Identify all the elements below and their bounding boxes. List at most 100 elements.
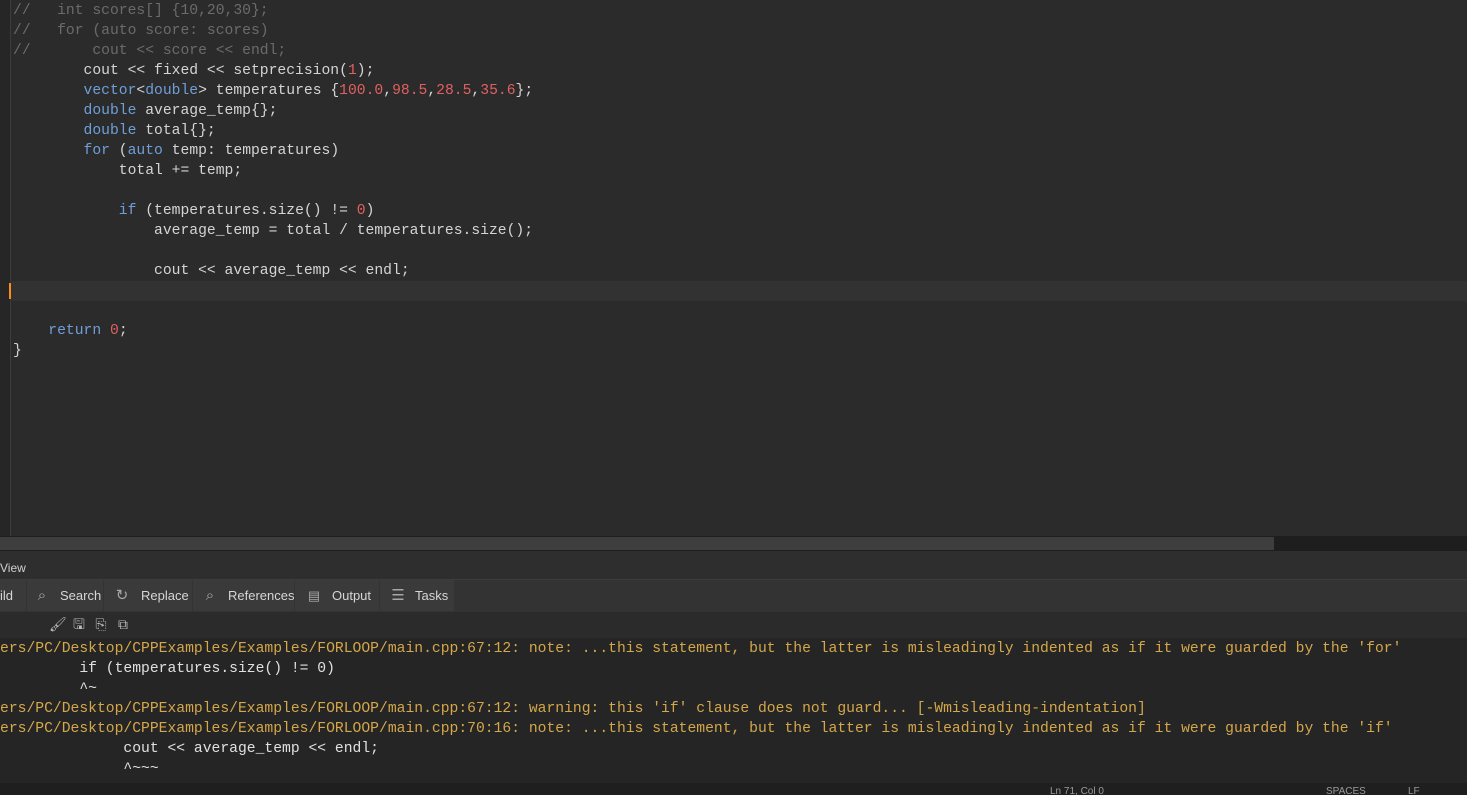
code-line[interactable]: if (temperatures.size() != 0): [13, 201, 1467, 221]
code-token: total += temp;: [13, 163, 243, 179]
tab-label: Tasks: [415, 588, 449, 603]
code-token: cout << average_temp << endl;: [13, 263, 410, 279]
code-line[interactable]: double total{};: [13, 121, 1467, 141]
tab-replace[interactable]: ↻ Replace: [104, 580, 192, 611]
code-token: ,: [383, 83, 393, 99]
code-token: 100.0: [339, 83, 384, 99]
code-line[interactable]: [9, 281, 1467, 301]
code-line[interactable]: [13, 241, 1467, 261]
code-token: double: [145, 83, 199, 99]
panel-title: View: [0, 561, 26, 575]
code-token: total{};: [136, 123, 216, 139]
code-token: ;: [118, 323, 128, 339]
code-line[interactable]: total += temp;: [13, 161, 1467, 181]
code-token: 0: [356, 203, 366, 219]
code-token: // for (auto score: scores): [13, 23, 269, 39]
tab-label: Output: [332, 588, 372, 603]
code-token: };: [515, 83, 534, 99]
bottom-panel: View ild ⌕ Search ↻ Replace ⌕ References…: [0, 551, 1467, 795]
code-line[interactable]: vector<double> temperatures {100.0,98.5,…: [13, 81, 1467, 101]
search-icon: ⌕: [205, 587, 215, 604]
tab-references[interactable]: ⌕ References: [193, 580, 294, 611]
code-token: (: [109, 143, 128, 159]
code-line[interactable]: // int scores[] {10,20,30};: [13, 1, 1467, 21]
panel-tabs: ild ⌕ Search ↻ Replace ⌕ References ▤ Ou…: [0, 579, 1467, 612]
code-line[interactable]: // for (auto score: scores): [13, 21, 1467, 41]
text-cursor: [9, 283, 11, 299]
code-line[interactable]: double average_temp{};: [13, 101, 1467, 121]
save-icon[interactable]: 🖫: [71, 617, 87, 633]
code-token: auto: [127, 143, 163, 159]
tab-label: ild: [0, 588, 14, 603]
code-line[interactable]: [13, 181, 1467, 201]
code-token: for: [83, 143, 110, 159]
code-line[interactable]: // cout << score << endl;: [13, 41, 1467, 61]
code-token: vector: [83, 83, 137, 99]
log-line[interactable]: ^~: [0, 679, 97, 699]
code-line[interactable]: average_temp = total / temperatures.size…: [13, 221, 1467, 241]
code-token: 28.5: [436, 83, 472, 99]
code-token: cout << fixed << setprecision(: [13, 63, 348, 79]
code-token: average_temp = total / temperatures.size…: [13, 223, 534, 239]
code-line[interactable]: cout << average_temp << endl;: [13, 261, 1467, 281]
indent-mode[interactable]: SPACES: [1326, 787, 1366, 795]
code-token: 0: [109, 323, 119, 339]
tab-tasks[interactable]: ☰ Tasks: [380, 580, 454, 611]
code-token: <: [136, 83, 146, 99]
code-token: ,: [471, 83, 481, 99]
log-line[interactable]: cout << average_temp << endl;: [0, 739, 379, 759]
code-token: ,: [427, 83, 437, 99]
status-bar: Ln 71, Col 0 SPACES LF: [0, 783, 1467, 795]
list-icon: ☰: [391, 587, 405, 604]
log-line[interactable]: ers/PC/Desktop/CPPExamples/Examples/FORL…: [0, 699, 1146, 719]
code-line[interactable]: [13, 301, 1467, 321]
line-ending[interactable]: LF: [1408, 787, 1420, 795]
scrollbar-thumb[interactable]: [0, 537, 1274, 550]
code-token: return: [48, 323, 102, 339]
copy-all-icon[interactable]: ⧉: [115, 617, 131, 633]
code-line[interactable]: for (auto temp: temperatures): [13, 141, 1467, 161]
editor-gutter: [0, 0, 11, 536]
search-icon: ⌕: [37, 587, 47, 604]
code-line[interactable]: }: [13, 341, 1467, 361]
tab-search[interactable]: ⌕ Search: [27, 580, 103, 611]
tab-build[interactable]: ild: [0, 580, 26, 611]
code-token: temp: temperatures): [162, 143, 340, 159]
code-token: // cout << score << endl;: [13, 43, 287, 59]
code-token: > temperatures {: [198, 83, 340, 99]
clear-icon[interactable]: 🖌: [49, 617, 67, 633]
log-line[interactable]: if (temperatures.size() != 0): [0, 659, 335, 679]
copy-icon[interactable]: ⎘: [93, 617, 109, 633]
code-token: }: [13, 343, 22, 359]
code-token: ): [365, 203, 375, 219]
tab-label: Search: [60, 588, 102, 603]
code-line[interactable]: cout << fixed << setprecision(1);: [13, 61, 1467, 81]
terminal-icon: ▤: [307, 588, 321, 603]
code-token: (temperatures.size() !=: [136, 203, 357, 219]
code-lines[interactable]: // int scores[] {10,20,30}; // for (auto …: [9, 1, 1467, 361]
code-token: 1: [347, 63, 357, 79]
code-token: double: [83, 103, 137, 119]
code-token: 98.5: [392, 83, 428, 99]
code-token: 35.6: [480, 83, 516, 99]
code-token: if: [118, 203, 137, 219]
build-log[interactable]: ers/PC/Desktop/CPPExamples/Examples/FORL…: [0, 638, 1467, 783]
code-editor[interactable]: // int scores[] {10,20,30}; // for (auto …: [0, 0, 1467, 536]
cursor-position[interactable]: Ln 71, Col 0: [1050, 787, 1104, 795]
code-line[interactable]: return 0;: [13, 321, 1467, 341]
code-token: double: [83, 123, 137, 139]
build-toolbar: 🖌 🖫 ⎘ ⧉: [0, 612, 1467, 638]
log-line[interactable]: ers/PC/Desktop/CPPExamples/Examples/FORL…: [0, 639, 1401, 659]
tab-label: References: [228, 588, 295, 603]
log-line[interactable]: ^~~~: [0, 759, 158, 779]
tab-output[interactable]: ▤ Output: [295, 580, 379, 611]
log-line[interactable]: ers/PC/Desktop/CPPExamples/Examples/FORL…: [0, 719, 1393, 739]
editor-horizontal-scrollbar[interactable]: [0, 536, 1467, 551]
